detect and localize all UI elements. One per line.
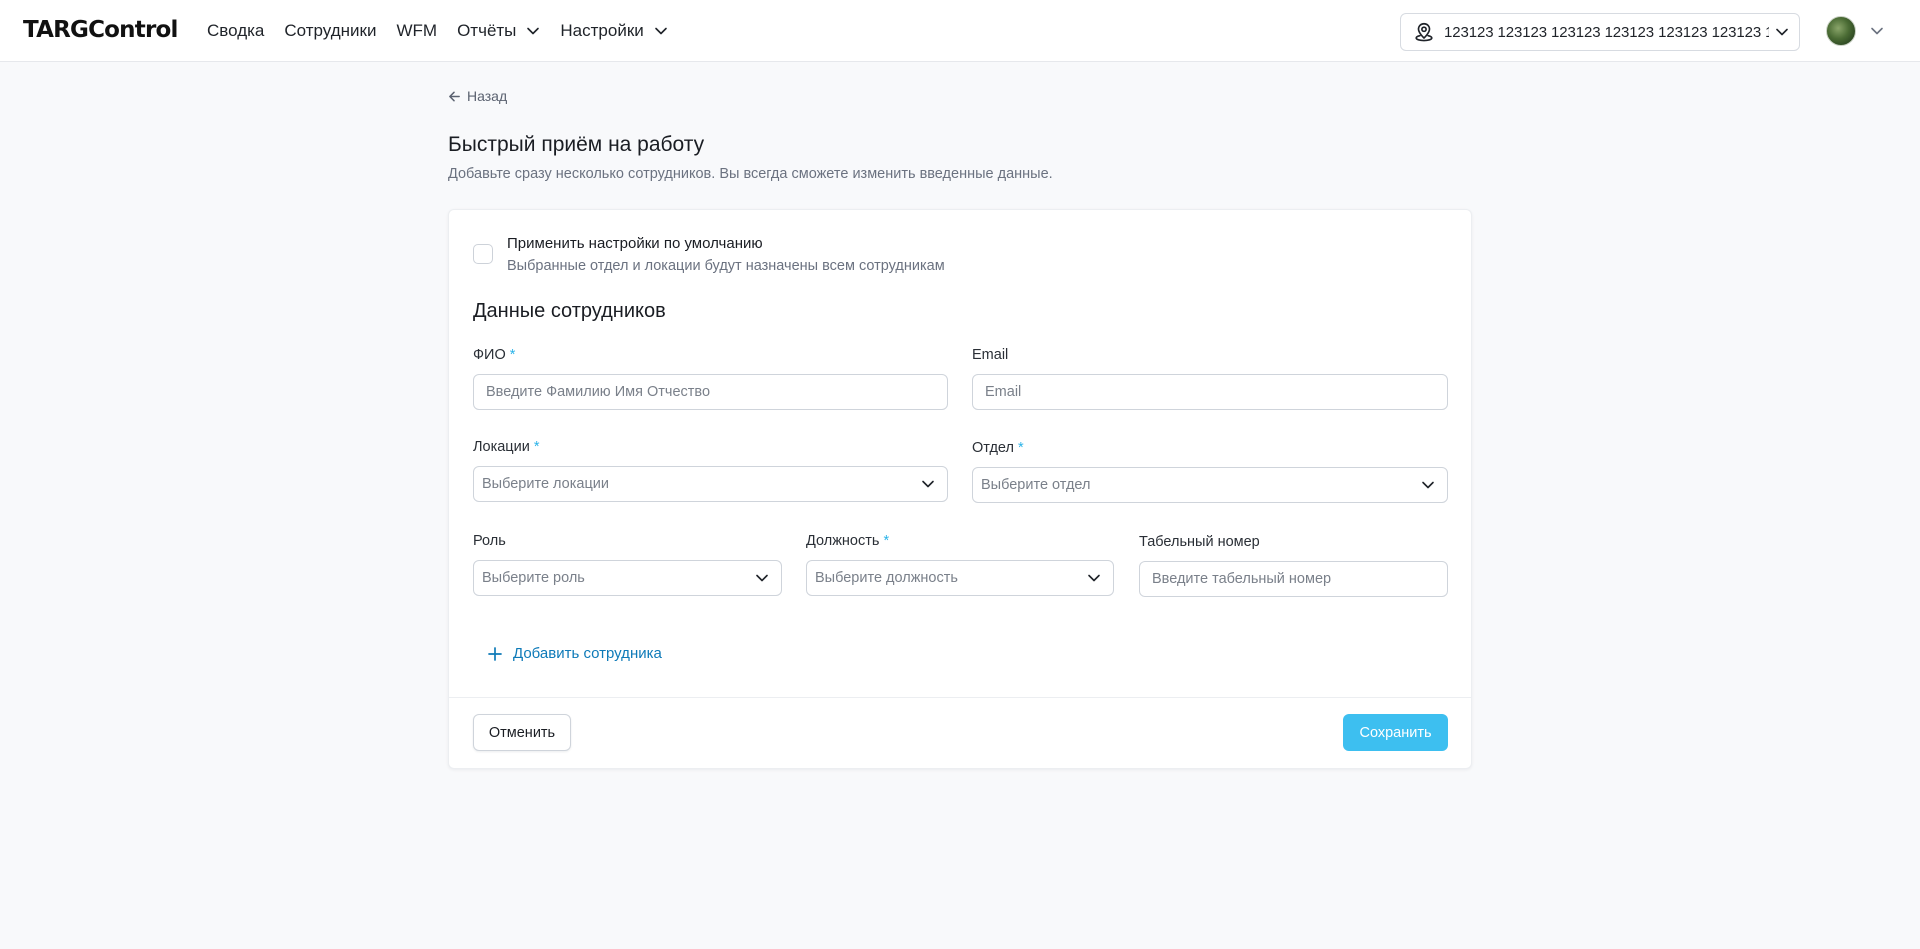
- email-label: Email: [972, 347, 1008, 363]
- avatar[interactable]: [1826, 16, 1856, 46]
- chevron-down-icon: [1871, 27, 1883, 35]
- email-label-text: Email: [972, 347, 1009, 363]
- chevron-down-icon: [654, 27, 667, 35]
- plus-icon: [488, 646, 502, 661]
- nav-item-label: Отчёты: [457, 21, 517, 40]
- quick-hire-form-card: Применить настройки по умолчанию Выбранн…: [448, 209, 1472, 769]
- department-label-text: Отдел: [972, 440, 1014, 456]
- location-pin-icon: [1415, 22, 1433, 42]
- role-select-placeholder: Выберите роль: [482, 570, 585, 586]
- fio-input[interactable]: Введите Фамилию Имя Отчество: [473, 374, 948, 410]
- top-navigation-bar: TARGControl Сводка Сотрудники WFM Отчёты…: [0, 0, 1920, 62]
- add-employee-button[interactable]: Добавить сотрудника: [487, 645, 662, 662]
- chevron-down-icon: [1422, 481, 1434, 489]
- nav-item-wfm[interactable]: WFM: [396, 21, 437, 41]
- nav-item-label: WFM: [396, 21, 438, 40]
- locations-select-placeholder: Выберите локации: [482, 476, 609, 492]
- locations-label: Локации *: [473, 439, 540, 455]
- section-title: Данные сотрудников: [473, 300, 666, 322]
- chevron-down-icon: [1088, 574, 1100, 582]
- chevron-down-icon: [527, 27, 540, 35]
- required-mark: *: [533, 439, 540, 455]
- department-select-placeholder: Выберите отдел: [981, 477, 1091, 493]
- locations-label-text: Локации: [473, 439, 530, 455]
- page-subtitle: Добавьте сразу несколько сотрудников. Вы…: [448, 166, 1053, 182]
- location-selector[interactable]: 123123 123123 123123 123123 123123 12312…: [1400, 13, 1800, 51]
- required-mark: *: [1017, 440, 1024, 456]
- default-settings-checkbox[interactable]: [473, 244, 493, 264]
- role-label: Роль: [473, 533, 506, 549]
- footer-divider: [449, 697, 1471, 698]
- position-select-placeholder: Выберите должность: [815, 570, 958, 586]
- back-link-label: Назад: [467, 88, 508, 104]
- position-select[interactable]: Выберите должность: [806, 560, 1114, 596]
- department-select[interactable]: Выберите отдел: [972, 467, 1448, 503]
- required-mark: *: [883, 533, 890, 549]
- chevron-down-icon: [1776, 28, 1788, 36]
- save-button[interactable]: Сохранить: [1343, 714, 1448, 751]
- required-mark: *: [509, 347, 516, 363]
- position-label-text: Должность: [806, 533, 880, 549]
- nav-item-summary[interactable]: Сводка: [207, 21, 264, 41]
- department-label: Отдел *: [972, 440, 1024, 456]
- default-settings-title: Применить настройки по умолчанию: [507, 235, 763, 252]
- personnel-number-input[interactable]: Введите табельный номер: [1139, 561, 1448, 597]
- chevron-down-icon: [756, 574, 768, 582]
- nav-item-employees[interactable]: Сотрудники: [284, 21, 376, 41]
- arrow-left-icon: [449, 91, 460, 101]
- email-input[interactable]: Email: [972, 374, 1448, 410]
- default-settings-description: Выбранные отдел и локации будут назначен…: [507, 258, 945, 274]
- fio-label-text: ФИО: [473, 347, 506, 363]
- personnel-number-label-text: Табельный номер: [1139, 534, 1260, 550]
- app-logo[interactable]: TARGControl: [23, 17, 178, 43]
- role-select[interactable]: Выберите роль: [473, 560, 782, 596]
- default-settings-option: Применить настройки по умолчанию Выбранн…: [473, 235, 945, 274]
- page-title: Быстрый приём на работу: [448, 133, 705, 156]
- nav-item-settings[interactable]: Настройки: [560, 21, 667, 41]
- nav-item-reports[interactable]: Отчёты: [457, 21, 540, 41]
- fio-label: ФИО *: [473, 347, 515, 363]
- nav-item-label: Сводка: [207, 21, 265, 40]
- cancel-button[interactable]: Отменить: [473, 714, 571, 751]
- location-selector-value: 123123 123123 123123 123123 123123 12312…: [1444, 23, 1769, 41]
- main-nav: Сводка Сотрудники WFM Отчёты Настройки: [207, 0, 688, 62]
- chevron-down-icon: [922, 480, 934, 488]
- nav-item-label: Настройки: [560, 21, 644, 40]
- personnel-number-label: Табельный номер: [1139, 534, 1260, 550]
- add-employee-label: Добавить сотрудника: [513, 645, 662, 662]
- role-label-text: Роль: [473, 533, 506, 549]
- locations-select[interactable]: Выберите локации: [473, 466, 948, 502]
- back-link[interactable]: Назад: [448, 88, 507, 104]
- nav-item-label: Сотрудники: [284, 21, 377, 40]
- user-menu[interactable]: [1826, 16, 1884, 46]
- position-label: Должность *: [806, 533, 889, 549]
